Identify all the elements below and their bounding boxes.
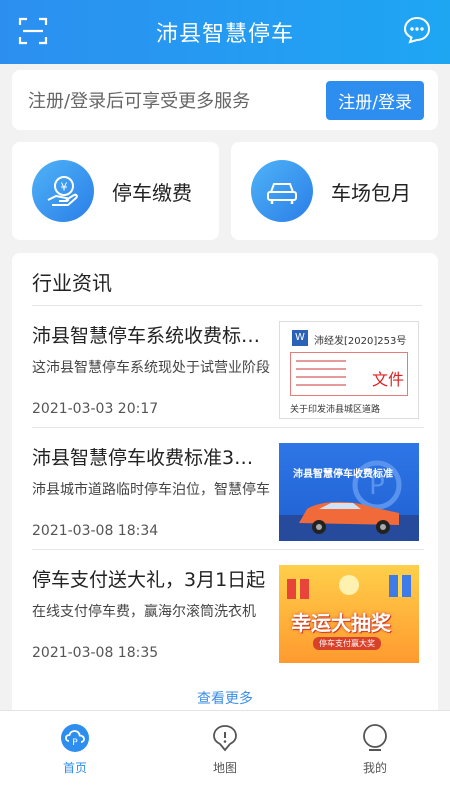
scan-icon[interactable] — [18, 16, 48, 46]
word-doc-icon: W — [292, 330, 308, 346]
section-title: 行业资讯 — [32, 271, 112, 295]
lucky-draw-text: 幸运大抽奖 — [291, 611, 391, 635]
news-description: 这沛县智慧停车系统现处于试营业阶段 — [32, 360, 270, 376]
chat-bubble-icon[interactable] — [402, 15, 432, 45]
yen-hand-icon: ¥ — [32, 160, 94, 222]
news-title: 沛县智慧停车系统收费标准正式公布 — [32, 325, 272, 347]
news-description: 沛县城市道路临时停车泊位，智慧停车 — [32, 482, 270, 498]
news-title: 停车支付送大礼，3月1日起 — [32, 569, 266, 591]
news-thumbnail: W 沛经发[2020]253号 文件 关于印发沛县城区道路 — [279, 321, 419, 419]
thumb-caption: 沛县智慧停车收费标准 — [293, 469, 393, 480]
divider — [32, 305, 422, 306]
doc-number: 沛经发[2020]253号 — [314, 336, 407, 347]
svg-text:P: P — [72, 738, 78, 748]
tab-label: 首页 — [62, 761, 87, 775]
divider — [32, 549, 424, 550]
user-icon — [363, 724, 387, 751]
news-thumbnail: 幸运大抽奖 停车支付赢大奖 — [279, 565, 419, 663]
service-label: 停车缴费 — [112, 180, 192, 205]
view-more-link[interactable]: 查看更多 — [12, 688, 438, 708]
car-illustration: P — [279, 460, 419, 541]
news-description: 在线支付停车费，赢海尔滚筒洗衣机 — [32, 604, 256, 620]
login-banner: 注册/登录后可享受更多服务 注册/登录 — [12, 70, 438, 130]
service-parking-payment[interactable]: ¥ 停车缴费 — [12, 142, 219, 240]
news-item[interactable]: 沛县智慧停车收费标准3月起执行 沛县城市道路临时停车泊位，智慧停车 2021-0… — [32, 431, 424, 550]
news-time: 2021-03-03 20:17 — [32, 401, 159, 417]
app-header: 沛县智慧停车 — [0, 0, 450, 64]
page-title: 沛县智慧停车 — [155, 22, 294, 47]
news-thumbnail: P 沛县智慧停车收费标准 — [279, 443, 419, 541]
login-button[interactable]: 注册/登录 — [326, 80, 424, 120]
tab-label: 地图 — [212, 761, 237, 775]
home-icon: P — [61, 724, 89, 752]
bottom-tab-bar: P 首页 地图 我的 — [0, 710, 450, 800]
service-label: 车场包月 — [331, 180, 411, 205]
news-title: 沛县智慧停车收费标准3月起执行 — [32, 447, 272, 469]
tab-map[interactable]: 地图 — [150, 711, 300, 800]
tab-home[interactable]: P 首页 — [0, 711, 150, 800]
divider — [32, 427, 424, 428]
login-hint: 注册/登录后可享受更多服务 — [28, 91, 251, 112]
doc-caption: 关于印发沛县城区道路 — [290, 405, 381, 415]
doc-stamp-text: 文件 — [371, 370, 404, 389]
tab-label: 我的 — [362, 761, 387, 775]
industry-news-section: 行业资讯 沛县智慧停车系统收费标准正式公布 这沛县智慧停车系统现处于试营业阶段 … — [12, 253, 438, 713]
news-time: 2021-03-08 18:35 — [32, 645, 159, 661]
svg-text:¥: ¥ — [61, 181, 68, 194]
map-pin-icon — [213, 725, 237, 752]
news-item[interactable]: 沛县智慧停车系统收费标准正式公布 这沛县智慧停车系统现处于试营业阶段 2021-… — [32, 309, 424, 428]
news-time: 2021-03-08 18:34 — [32, 523, 159, 539]
tab-profile[interactable]: 我的 — [300, 711, 450, 800]
lucky-draw-sub: 停车支付赢大奖 — [313, 637, 381, 650]
service-monthly-parking[interactable]: 车场包月 — [231, 142, 438, 240]
news-item[interactable]: 停车支付送大礼，3月1日起 在线支付停车费，赢海尔滚筒洗衣机 2021-03-0… — [32, 553, 424, 665]
car-icon — [251, 160, 313, 222]
